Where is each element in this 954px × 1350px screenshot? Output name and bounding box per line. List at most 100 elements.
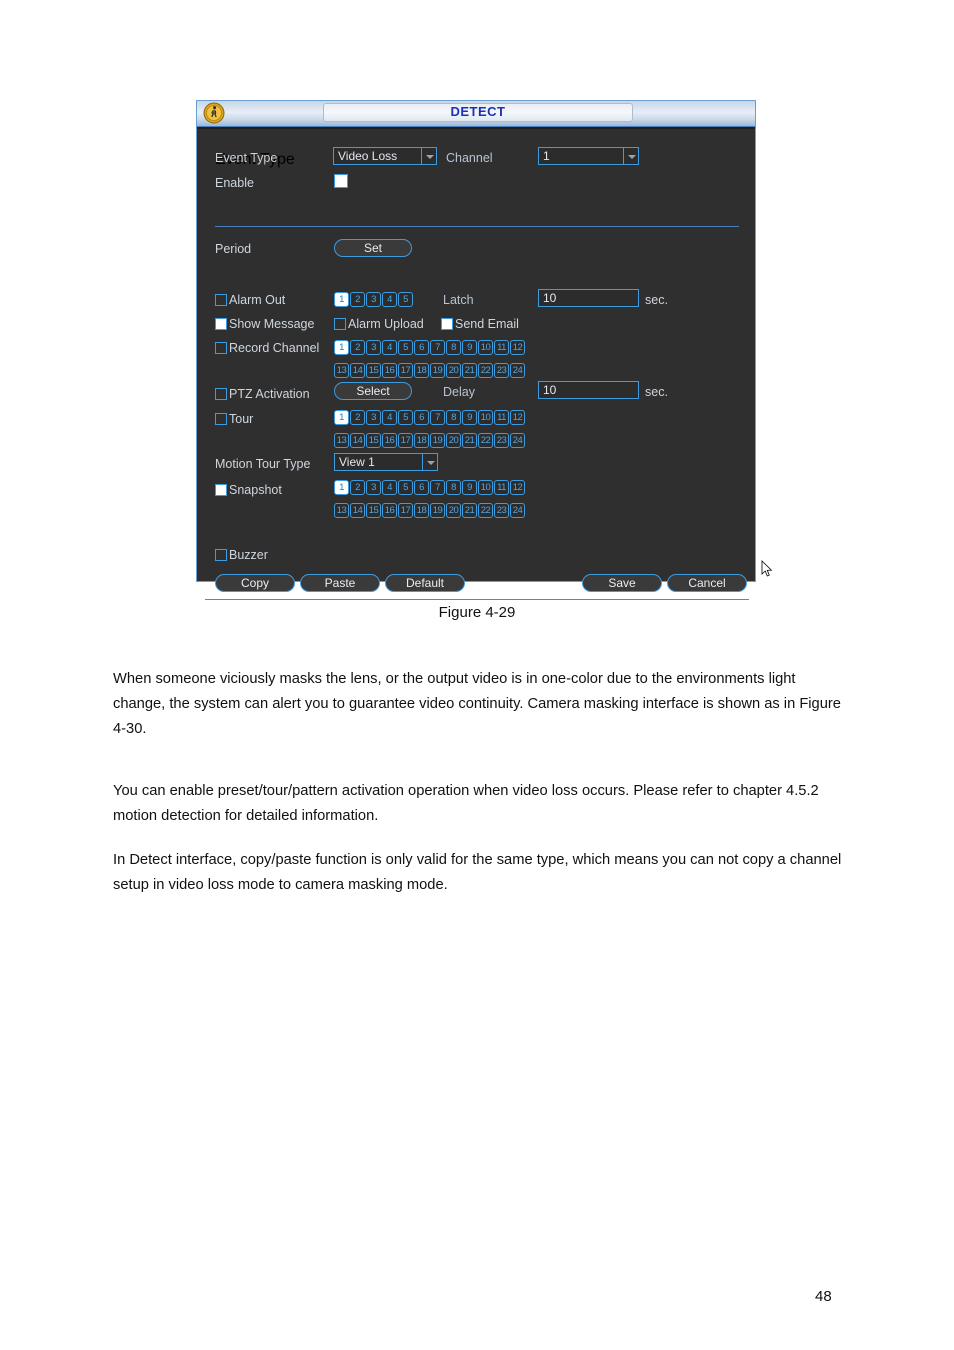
channel-chip-22[interactable]: 22: [478, 363, 493, 378]
channel-chip-14[interactable]: 14: [350, 503, 365, 518]
channel-chip-8[interactable]: 8: [446, 410, 461, 425]
enable-checkbox[interactable]: [334, 174, 348, 188]
alarm-out-checkbox[interactable]: [215, 294, 227, 306]
channel-chip-1[interactable]: 1: [334, 340, 349, 355]
send-email-checkbox[interactable]: [441, 318, 453, 330]
channel-chip-22[interactable]: 22: [478, 503, 493, 518]
ptz-activation-checkbox[interactable]: [215, 388, 227, 400]
channel-chip-9[interactable]: 9: [462, 410, 477, 425]
channel-chip-9[interactable]: 9: [462, 340, 477, 355]
channel-chip-13[interactable]: 13: [334, 503, 349, 518]
channel-chip-1[interactable]: 1: [334, 410, 349, 425]
channel-chip-4[interactable]: 4: [382, 480, 397, 495]
channel-chip-1[interactable]: 1: [334, 292, 349, 307]
channel-chip-13[interactable]: 13: [334, 363, 349, 378]
alarm-out-channel-chips[interactable]: 12345: [334, 289, 414, 307]
channel-chip-5[interactable]: 5: [398, 292, 413, 307]
channel-chip-10[interactable]: 10: [478, 410, 493, 425]
channel-chip-9[interactable]: 9: [462, 480, 477, 495]
channel-chip-21[interactable]: 21: [462, 363, 477, 378]
channel-chip-21[interactable]: 21: [462, 433, 477, 448]
default-button[interactable]: Default: [385, 574, 465, 592]
channel-chip-5[interactable]: 5: [398, 340, 413, 355]
channel-chip-10[interactable]: 10: [478, 340, 493, 355]
channel-chip-18[interactable]: 18: [414, 503, 429, 518]
channel-chip-22[interactable]: 22: [478, 433, 493, 448]
ptz-activation-checkbox-group[interactable]: PTZ Activation: [215, 385, 310, 403]
channel-chip-16[interactable]: 16: [382, 433, 397, 448]
channel-chip-19[interactable]: 19: [430, 503, 445, 518]
channel-chip-13[interactable]: 13: [334, 433, 349, 448]
latch-input[interactable]: 10: [538, 289, 639, 307]
save-button[interactable]: Save: [582, 574, 662, 592]
tour-checkbox-group[interactable]: Tour: [215, 410, 253, 428]
snapshot-checkbox-group[interactable]: Snapshot: [215, 481, 282, 499]
channel-chip-7[interactable]: 7: [430, 410, 445, 425]
channel-chip-3[interactable]: 3: [366, 410, 381, 425]
channel-chip-14[interactable]: 14: [350, 433, 365, 448]
channel-chip-11[interactable]: 11: [494, 410, 509, 425]
copy-button[interactable]: Copy: [215, 574, 295, 592]
channel-chip-14[interactable]: 14: [350, 363, 365, 378]
channel-chip-2[interactable]: 2: [350, 340, 365, 355]
channel-chip-7[interactable]: 7: [430, 340, 445, 355]
event-type-dropdown[interactable]: Video Loss: [333, 147, 437, 165]
channel-chip-8[interactable]: 8: [446, 480, 461, 495]
channel-chip-15[interactable]: 15: [366, 433, 381, 448]
channel-chip-8[interactable]: 8: [446, 340, 461, 355]
channel-chip-2[interactable]: 2: [350, 292, 365, 307]
channel-chip-1[interactable]: 1: [334, 480, 349, 495]
channel-chip-23[interactable]: 23: [494, 363, 509, 378]
channel-chip-12[interactable]: 12: [510, 480, 525, 495]
alarm-out-checkbox-group[interactable]: Alarm Out: [215, 291, 285, 309]
paste-button[interactable]: Paste: [300, 574, 380, 592]
delay-input[interactable]: 10: [538, 381, 639, 399]
tour-checkbox[interactable]: [215, 413, 227, 425]
channel-chip-16[interactable]: 16: [382, 503, 397, 518]
chevron-down-icon[interactable]: [422, 454, 437, 470]
buzzer-checkbox[interactable]: [215, 549, 227, 561]
channel-chip-23[interactable]: 23: [494, 433, 509, 448]
alarm-upload-checkbox-group[interactable]: Alarm Upload: [334, 315, 424, 333]
record-channel-checkbox-group[interactable]: Record Channel: [215, 339, 319, 357]
channel-chip-20[interactable]: 20: [446, 503, 461, 518]
channel-chip-24[interactable]: 24: [510, 433, 525, 448]
alarm-upload-checkbox[interactable]: [334, 318, 346, 330]
motion-tour-type-dropdown[interactable]: View 1: [334, 453, 438, 471]
channel-chip-6[interactable]: 6: [414, 480, 429, 495]
channel-chip-4[interactable]: 4: [382, 340, 397, 355]
tour-chips-row2[interactable]: 13 14 15 16 17 18 19 20 21 22 23 24: [334, 430, 526, 448]
channel-chip-4[interactable]: 4: [382, 410, 397, 425]
record-channel-chips-row1[interactable]: 1 2 3 4 5 6 7 8 9 10 11 12: [334, 337, 526, 355]
channel-chip-5[interactable]: 5: [398, 480, 413, 495]
channel-chip-12[interactable]: 12: [510, 340, 525, 355]
show-message-checkbox[interactable]: [215, 318, 227, 330]
channel-chip-7[interactable]: 7: [430, 480, 445, 495]
channel-chip-20[interactable]: 20: [446, 433, 461, 448]
channel-chip-17[interactable]: 17: [398, 433, 413, 448]
channel-chip-24[interactable]: 24: [510, 363, 525, 378]
channel-chip-3[interactable]: 3: [366, 340, 381, 355]
channel-chip-5[interactable]: 5: [398, 410, 413, 425]
channel-chip-4[interactable]: 4: [382, 292, 397, 307]
cancel-button[interactable]: Cancel: [667, 574, 747, 592]
channel-chip-15[interactable]: 15: [366, 363, 381, 378]
channel-chip-2[interactable]: 2: [350, 480, 365, 495]
channel-chip-10[interactable]: 10: [478, 480, 493, 495]
channel-chip-6[interactable]: 6: [414, 410, 429, 425]
show-message-checkbox-group[interactable]: Show Message: [215, 315, 314, 333]
channel-chip-18[interactable]: 18: [414, 433, 429, 448]
channel-chip-12[interactable]: 12: [510, 410, 525, 425]
record-channel-checkbox[interactable]: [215, 342, 227, 354]
channel-chip-17[interactable]: 17: [398, 363, 413, 378]
channel-chip-11[interactable]: 11: [494, 480, 509, 495]
channel-dropdown[interactable]: 1: [538, 147, 639, 165]
snapshot-chips-row2[interactable]: 13 14 15 16 17 18 19 20 21 22 23 24: [334, 500, 526, 518]
channel-chip-18[interactable]: 18: [414, 363, 429, 378]
channel-chip-17[interactable]: 17: [398, 503, 413, 518]
period-set-button[interactable]: Set: [334, 239, 412, 257]
record-channel-chips-row2[interactable]: 13 14 15 16 17 18 19 20 21 22 23 24: [334, 360, 526, 378]
channel-chip-19[interactable]: 19: [430, 363, 445, 378]
channel-chip-2[interactable]: 2: [350, 410, 365, 425]
channel-chip-6[interactable]: 6: [414, 340, 429, 355]
